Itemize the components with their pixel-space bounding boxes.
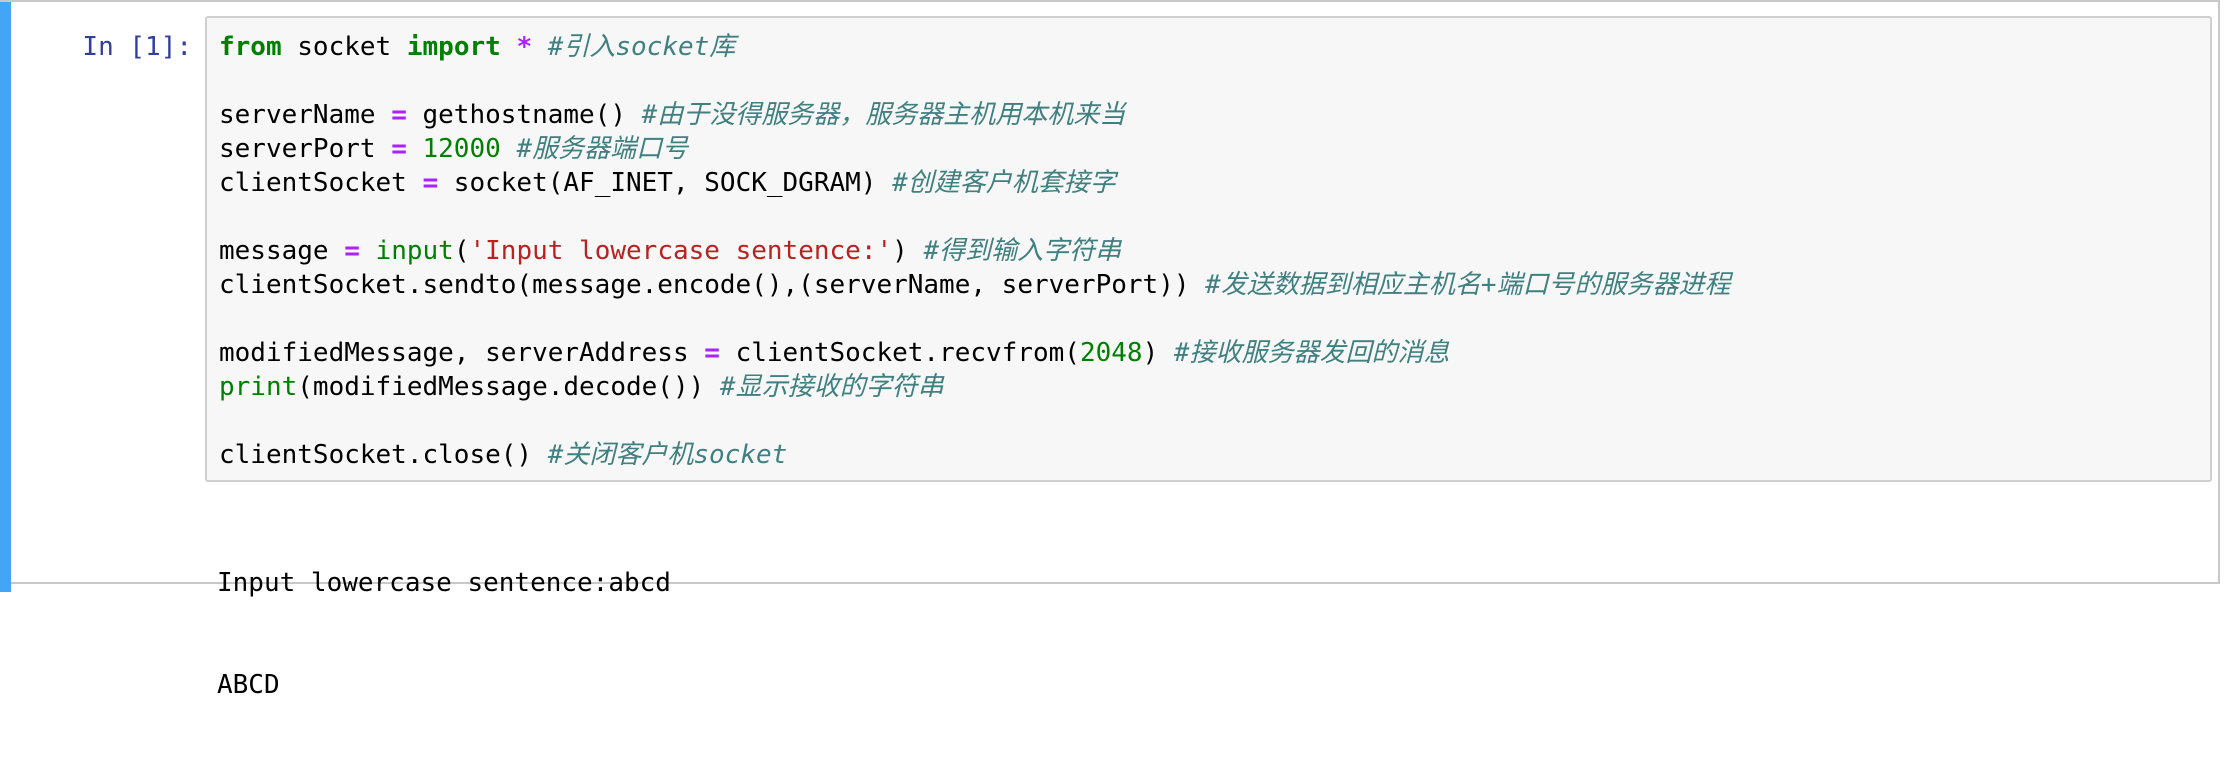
- variable-name: serverName: [219, 100, 392, 130]
- code-expression: gethostname(): [406, 100, 642, 130]
- builtin-print: print: [219, 372, 298, 402]
- code-line-13: clientSocket.close() #关闭客户机socket: [219, 438, 2210, 472]
- output-line: ABCD: [217, 670, 280, 700]
- variable-name: modifiedMessage, serverAddress: [219, 338, 705, 368]
- close-paren: ): [1142, 338, 1174, 368]
- code-expression: socket(AF_INET, SOCK_DGRAM): [438, 168, 893, 198]
- code-comment: #发送数据到相应主机名+端口号的服务器进程: [1205, 270, 1731, 300]
- code-expression: clientSocket.recvfrom(: [719, 338, 1080, 368]
- operator-assign: =: [391, 134, 407, 164]
- cell-output: Input lowercase sentence:abcd ABCD: [217, 498, 671, 770]
- code-line-3: serverName = gethostname() #由于没得服务器，服务器主…: [219, 98, 2210, 132]
- operator-star: *: [516, 32, 533, 62]
- string-literal: 'Input lowercase sentence:': [469, 236, 893, 266]
- operator-assign: =: [704, 338, 720, 368]
- keyword-import: import: [406, 32, 501, 62]
- code-line-4: serverPort = 12000 #服务器端口号: [219, 132, 2210, 166]
- code-expression: clientSocket.close(): [219, 440, 548, 470]
- code-comment: #引入socket库: [547, 32, 736, 62]
- output-line: Input lowercase sentence:abcd: [217, 568, 671, 598]
- code-line-10: modifiedMessage, serverAddress = clientS…: [219, 336, 2210, 370]
- operator-assign: =: [344, 236, 360, 266]
- operator-assign: =: [391, 100, 407, 130]
- code-line-7: message = input('Input lowercase sentenc…: [219, 234, 2210, 268]
- keyword-from: from: [219, 32, 282, 62]
- notebook-code-cell[interactable]: In [1]: from socket import * #引入socket库 …: [0, 0, 2220, 700]
- close-paren: ): [892, 236, 924, 266]
- code-comment: #由于没得服务器，服务器主机用本机来当: [641, 100, 1126, 130]
- code-comment: #显示接收的字符串: [719, 372, 944, 402]
- cell-selected-indicator: [0, 2, 11, 592]
- code-line-1: from socket import * #引入socket库: [219, 30, 2210, 64]
- open-paren: (: [453, 236, 470, 266]
- number-literal: 2048: [1079, 338, 1143, 368]
- operator-assign: =: [422, 168, 439, 198]
- variable-name: message: [219, 236, 345, 266]
- code-expression: (modifiedMessage.decode()): [297, 372, 720, 402]
- variable-name: serverPort: [219, 134, 392, 164]
- code-line-8: clientSocket.sendto(message.encode(),(se…: [219, 268, 2210, 302]
- module-name: socket: [281, 32, 407, 62]
- code-expression: clientSocket.sendto(message.encode(),(se…: [219, 270, 1206, 300]
- code-comment: #得到输入字符串: [923, 236, 1122, 266]
- code-comment: #服务器端口号: [516, 134, 689, 164]
- code-comment: #创建客户机套接字: [892, 168, 1116, 198]
- code-comment: #接收服务器发回的消息: [1173, 338, 1450, 368]
- code-line-11: print(modifiedMessage.decode()) #显示接收的字符…: [219, 370, 2210, 404]
- code-line-5: clientSocket = socket(AF_INET, SOCK_DGRA…: [219, 166, 2210, 200]
- builtin-input: input: [375, 236, 454, 266]
- code-comment: #关闭客户机socket: [547, 440, 788, 470]
- number-literal: 12000: [422, 134, 501, 164]
- variable-name: clientSocket: [219, 168, 423, 198]
- code-editor[interactable]: from socket import * #引入socket库 serverNa…: [205, 16, 2212, 482]
- input-prompt: In [1]:: [82, 32, 192, 62]
